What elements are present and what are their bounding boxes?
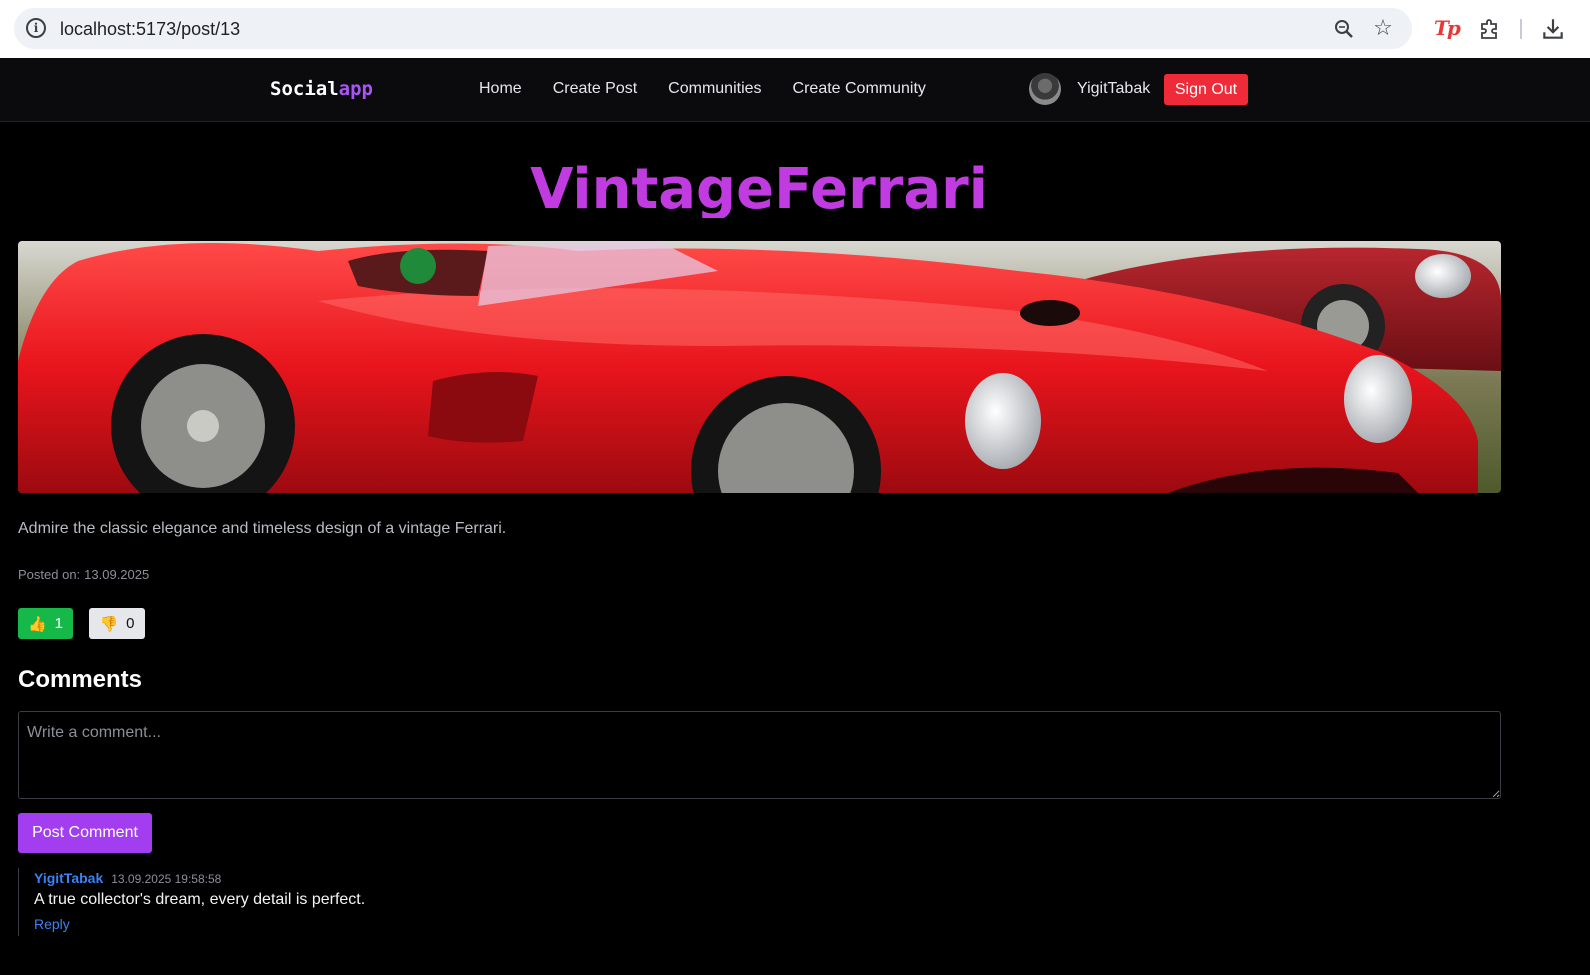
url-text[interactable]: localhost:5173/post/13: [60, 19, 240, 40]
reply-link[interactable]: Reply: [34, 916, 70, 932]
toolbar-separator: [1520, 19, 1522, 39]
bookmark-star-icon[interactable]: ☆: [1371, 16, 1395, 40]
navbar: Socialapp Home Create Post Communities C…: [0, 58, 1590, 122]
download-icon[interactable]: [1540, 16, 1566, 42]
dislike-count: 0: [126, 615, 135, 632]
nav-link-create-post[interactable]: Create Post: [553, 80, 637, 98]
posted-date: Posted on: 13.09.2025: [18, 567, 149, 582]
posted-date-value: 13.09.2025: [84, 567, 150, 582]
like-count: 1: [54, 615, 64, 632]
avatar[interactable]: [1029, 73, 1061, 105]
comment-author[interactable]: YigitTabak: [34, 870, 103, 886]
extension-tp-icon[interactable]: Tp: [1434, 16, 1461, 40]
comments-heading: Comments: [18, 666, 143, 693]
dislike-button[interactable]: 👎 0: [89, 608, 145, 639]
post-comment-button[interactable]: Post Comment: [18, 813, 152, 853]
comment-timestamp: 13.09.2025 19:58:58: [111, 872, 222, 886]
logo-accent: app: [338, 78, 373, 100]
posted-label: Posted on:: [18, 567, 81, 582]
browser-chrome: i localhost:5173/post/13 ☆ Tp: [0, 0, 1590, 58]
comment-input[interactable]: [18, 711, 1501, 799]
comment-item: YigitTabak 13.09.2025 19:58:58 A true co…: [18, 868, 365, 936]
logo-main: Social: [270, 78, 339, 100]
nav-links: Home Create Post Communities Create Comm…: [479, 80, 926, 98]
post-title: VintageFerrari: [530, 158, 988, 218]
site-info-icon[interactable]: i: [26, 18, 46, 38]
extensions-puzzle-icon[interactable]: [1478, 17, 1502, 41]
comment-meta: YigitTabak 13.09.2025 19:58:58: [34, 870, 365, 886]
nav-link-home[interactable]: Home: [479, 80, 522, 98]
like-button[interactable]: 👍 1: [18, 608, 73, 639]
app-logo[interactable]: Socialapp: [270, 78, 373, 100]
post-description: Admire the classic elegance and timeless…: [18, 520, 507, 537]
nav-link-communities[interactable]: Communities: [668, 80, 761, 98]
sign-out-button[interactable]: Sign Out: [1164, 74, 1248, 105]
thumbs-down-icon: 👎: [99, 615, 119, 633]
post-image: [18, 241, 1501, 493]
zoom-icon[interactable]: [1332, 17, 1356, 41]
username: YigitTabak: [1077, 80, 1151, 97]
address-bar[interactable]: i localhost:5173/post/13 ☆: [14, 8, 1412, 49]
nav-link-create-community[interactable]: Create Community: [793, 80, 926, 98]
thumbs-up-icon: 👍: [27, 615, 47, 633]
comment-text: A true collector's dream, every detail i…: [34, 891, 366, 908]
